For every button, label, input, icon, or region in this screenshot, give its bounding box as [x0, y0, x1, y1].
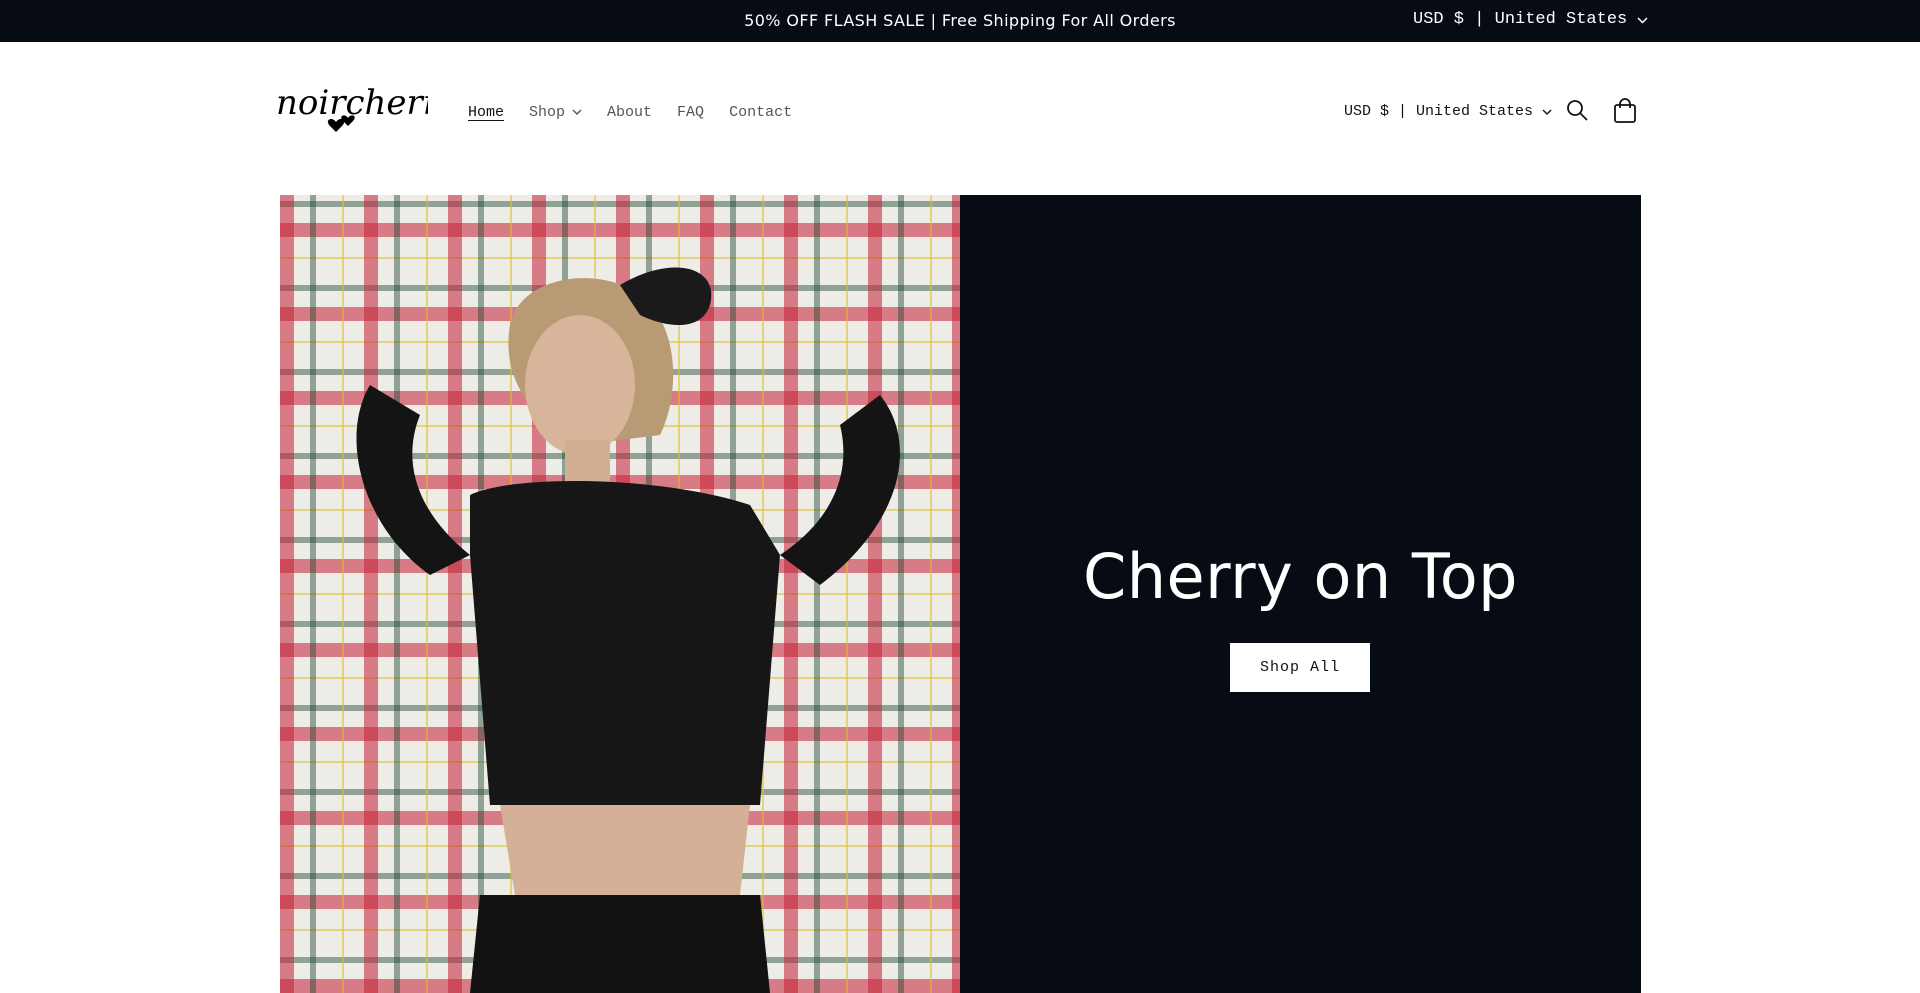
header-locale-selector[interactable]: USD $ | United States	[1344, 100, 1552, 124]
nav-item-shop[interactable]: Shop	[529, 100, 582, 124]
nav-item-faq[interactable]: FAQ	[677, 100, 704, 124]
nav-item-about[interactable]: About	[607, 100, 652, 124]
chevron-down-icon	[1542, 109, 1552, 115]
model-silhouette	[356, 267, 900, 993]
search-icon	[1567, 100, 1588, 121]
hero-heading: Cherry on Top	[1082, 540, 1519, 613]
announcement-locale-label: USD $ | United States	[1413, 10, 1628, 29]
chevron-down-icon	[1637, 16, 1648, 24]
nav-item-home[interactable]: Home	[468, 100, 504, 124]
shop-all-button[interactable]: Shop All	[1230, 643, 1370, 692]
announcement-bar: 50% OFF FLASH SALE | Free Shipping For A…	[0, 0, 1920, 42]
nav-item-contact[interactable]: Contact	[729, 100, 792, 124]
nav-label: Home	[468, 103, 505, 121]
logo[interactable]: noircherry	[276, 82, 459, 142]
announcement-locale-selector[interactable]: USD $ | United States	[1413, 0, 1648, 40]
site-header: noircherry Home Shop About FAQ Contact U…	[0, 42, 1920, 195]
cart-icon	[1614, 98, 1636, 123]
search-button[interactable]	[1565, 98, 1589, 122]
noircherry-logo: noircherry	[276, 83, 459, 132]
chevron-down-icon	[572, 109, 582, 115]
nav-label: FAQ	[677, 103, 705, 121]
hero-image	[280, 195, 960, 993]
nav-label: Contact	[729, 103, 793, 121]
header-locale-label: USD $ | United States	[1344, 103, 1534, 120]
main-nav: Home Shop About FAQ Contact	[468, 100, 817, 124]
hero-text-panel: Cherry on Top Shop All	[960, 195, 1641, 993]
nav-label: About	[607, 103, 653, 121]
nav-label: Shop	[529, 103, 566, 121]
cart-button[interactable]	[1612, 98, 1638, 124]
